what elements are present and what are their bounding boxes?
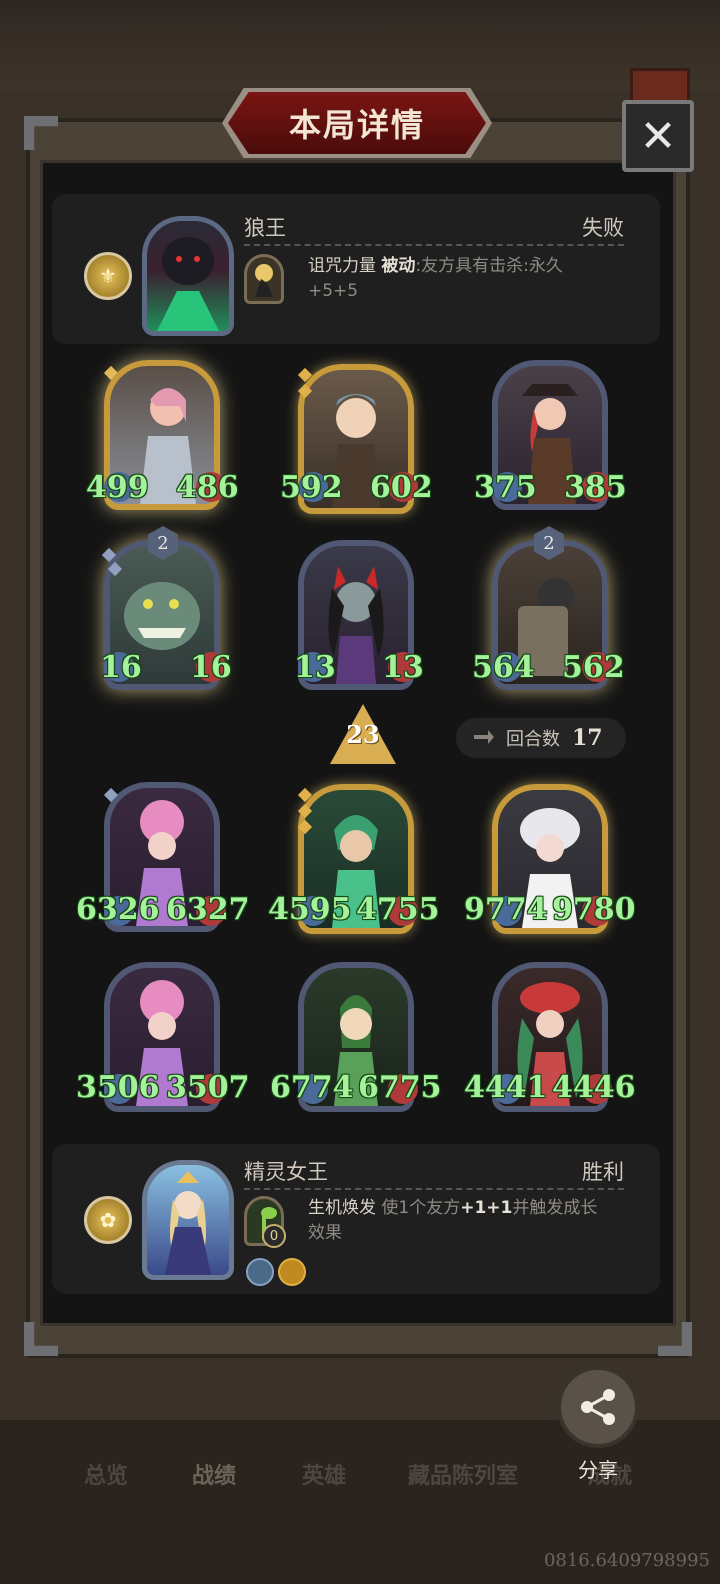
player-skill-bonus: +1+1 bbox=[460, 1198, 513, 1218]
unit-health: 486 bbox=[176, 470, 239, 505]
unit-health: 3507 bbox=[166, 1070, 250, 1105]
player-portrait[interactable] bbox=[142, 1160, 234, 1280]
player-rank-coin-icon: ✿ bbox=[84, 1196, 132, 1244]
player-divider bbox=[244, 1188, 624, 1190]
close-button[interactable]: ✕ bbox=[622, 100, 694, 172]
opponent-skill-desc: :友方具有击杀:永久 bbox=[415, 256, 563, 276]
page-title: 本局详情 bbox=[288, 106, 425, 144]
tab-overview[interactable]: 总览 bbox=[84, 1458, 128, 1490]
gold-horn-icon[interactable] bbox=[278, 1258, 306, 1286]
unit-health: 9780 bbox=[552, 892, 636, 927]
unit-health: 385 bbox=[564, 470, 627, 505]
unit-health: 562 bbox=[562, 650, 625, 685]
unit-attack: 564 bbox=[472, 650, 535, 685]
unit-attack: 13 bbox=[294, 650, 336, 685]
tab-collection[interactable]: 藏品陈列室 bbox=[408, 1458, 518, 1490]
unit-health: 4755 bbox=[356, 892, 440, 927]
fairy-queen-portrait-art bbox=[165, 1171, 211, 1275]
player-name: 精灵女王 bbox=[244, 1160, 328, 1184]
opponent-skill-name: 诅咒力量 bbox=[308, 256, 376, 276]
unit-attack: 16 bbox=[100, 650, 142, 685]
unit-health: 4446 bbox=[552, 1070, 636, 1105]
tier-number: 23 bbox=[346, 720, 380, 749]
opponent-portrait[interactable] bbox=[142, 216, 234, 336]
unit-attack: 4595 bbox=[268, 892, 352, 927]
round-count: 17 bbox=[572, 725, 603, 751]
unit-attack: 3506 bbox=[76, 1070, 160, 1105]
tab-records[interactable]: 战绩 bbox=[192, 1458, 236, 1490]
werewolf-portrait-art bbox=[157, 237, 219, 331]
player-skill-name: 生机焕发 bbox=[308, 1198, 376, 1218]
player-skill-desc-2: 并触发成长 bbox=[512, 1198, 598, 1218]
opponent-result: 失败 bbox=[582, 216, 624, 240]
watermark-id: 0816.6409798995 bbox=[543, 1550, 710, 1571]
background-top bbox=[0, 0, 720, 90]
unit-attack: 4441 bbox=[464, 1070, 548, 1105]
unit-attack: 6326 bbox=[76, 892, 160, 927]
player-skill-desc: 使1个友方 bbox=[381, 1198, 461, 1218]
share-button[interactable] bbox=[557, 1366, 639, 1448]
opponent-skill-desc-2: +5+5 bbox=[308, 281, 359, 301]
close-icon: ✕ bbox=[639, 110, 677, 162]
opponent-skill-text: 诅咒力量 被动:友方具有击杀:永久 +5+5 bbox=[308, 254, 628, 304]
unit-health: 6327 bbox=[166, 892, 250, 927]
player-skill-text: 生机焕发 使1个友方+1+1并触发成长 效果 bbox=[308, 1196, 628, 1246]
unit-health: 6775 bbox=[358, 1070, 442, 1105]
curse-power-skill-icon[interactable] bbox=[244, 254, 284, 304]
wolf-howl-icon bbox=[255, 264, 273, 297]
opponent-divider bbox=[244, 244, 624, 246]
share-icon bbox=[581, 1389, 615, 1425]
unit-health: 16 bbox=[190, 650, 232, 685]
player-result: 胜利 bbox=[582, 1160, 624, 1184]
unit-attack: 9774 bbox=[464, 892, 548, 927]
unit-attack: 375 bbox=[474, 470, 537, 505]
title-plate: 本局详情 bbox=[228, 92, 486, 154]
unit-attack: 592 bbox=[280, 470, 343, 505]
round-counter: 回合数 17 bbox=[456, 718, 626, 758]
unit-attack: 6774 bbox=[270, 1070, 354, 1105]
skill-charge-value: 0 bbox=[269, 1228, 279, 1244]
player-skill-desc-3: 效果 bbox=[308, 1223, 342, 1243]
unit-attack: 499 bbox=[86, 470, 149, 505]
tab-heroes[interactable]: 英雄 bbox=[302, 1458, 346, 1490]
swap-arrows-icon bbox=[474, 730, 494, 744]
share-label: 分享 bbox=[578, 1458, 618, 1482]
opponent-name: 狼王 bbox=[244, 216, 286, 240]
sword-buff-icon[interactable] bbox=[246, 1258, 274, 1286]
opponent-skill-type: 被动 bbox=[381, 256, 416, 276]
round-label: 回合数 bbox=[506, 729, 560, 750]
unit-health: 602 bbox=[370, 470, 433, 505]
unit-health: 13 bbox=[382, 650, 424, 685]
opponent-rank-coin-icon: ⚜ bbox=[84, 252, 132, 300]
skill-charge-counter: 0 bbox=[262, 1224, 286, 1248]
